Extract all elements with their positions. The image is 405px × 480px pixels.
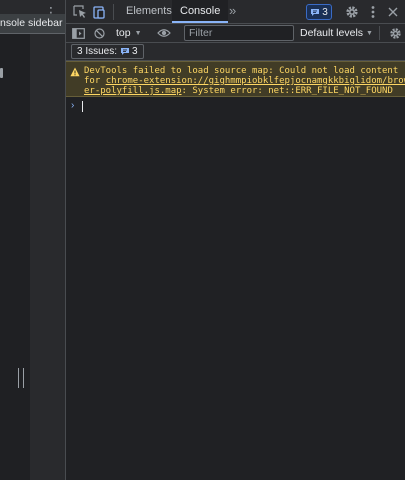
source-map-link-cont[interactable]: er-polyfill.js.map xyxy=(84,86,182,96)
issues-counter: 3 xyxy=(120,46,138,57)
console-prompt[interactable]: › xyxy=(66,99,405,113)
resize-grip-icon[interactable] xyxy=(18,368,24,388)
issues-button[interactable]: 3 Issues: 3 xyxy=(71,44,144,59)
warning-line-2: for chrome-extension://gighmmpiobklfepjo… xyxy=(84,76,405,86)
warning-error: : System error: net::ERR_FILE_NOT_FOUND xyxy=(181,86,393,96)
device-toolbar-icon[interactable] xyxy=(90,3,108,21)
inspect-element-icon[interactable] xyxy=(71,3,89,21)
issues-icon xyxy=(311,8,320,16)
toolbar-divider xyxy=(379,26,380,40)
issues-badge[interactable]: 3 xyxy=(306,4,332,20)
context-label: top xyxy=(116,27,131,39)
console-messages: DevTools failed to load source map: Coul… xyxy=(66,61,405,480)
close-icon[interactable] xyxy=(384,3,402,21)
tab-elements[interactable]: Elements xyxy=(118,0,180,23)
gear-icon[interactable] xyxy=(343,3,361,21)
issues-count: 3 xyxy=(132,46,138,57)
log-levels-selector[interactable]: Default levels ▼ xyxy=(300,25,373,41)
source-map-link[interactable]: chrome-extension://gighmmpiobklfepjocnam… xyxy=(106,76,405,86)
issues-bar: 3 Issues: 3 xyxy=(66,43,405,61)
warning-text: DevTools failed to load source map: Coul… xyxy=(84,66,405,96)
toolbar-divider xyxy=(113,4,114,20)
warning-icon xyxy=(70,67,80,77)
tab-console[interactable]: Console xyxy=(172,0,229,23)
devtools-tabbar: Elements Console » 3 xyxy=(66,0,405,24)
chevron-right-icon: › xyxy=(71,100,75,111)
warning-message: DevTools failed to load source map: Coul… xyxy=(66,61,405,97)
issues-count: 3 xyxy=(322,6,328,18)
console-toolbar: top▼ Default levels▼ xyxy=(66,24,405,43)
more-tabs-icon[interactable]: » xyxy=(229,0,236,23)
issues-label: 3 Issues: xyxy=(77,46,118,57)
levels-label: Default levels xyxy=(300,27,364,39)
warning-for: for xyxy=(84,76,106,86)
vertical-ellipsis-icon[interactable] xyxy=(364,3,382,21)
console-sidebar-icon[interactable] xyxy=(70,25,86,41)
edge-marker xyxy=(0,68,3,78)
text-cursor xyxy=(82,101,83,112)
tooltip-text: nsole sidebar xyxy=(0,17,63,29)
console-sidebar-tooltip: nsole sidebar xyxy=(0,14,65,34)
chevron-down-icon: ▼ xyxy=(366,30,373,37)
context-selector[interactable]: top ▼ xyxy=(116,25,142,41)
eye-icon[interactable] xyxy=(156,25,172,41)
warning-line-3: er-polyfill.js.map: System error: net::E… xyxy=(84,86,398,96)
left-panel: ⋮ nsole sidebar xyxy=(0,0,65,480)
left-panel-body xyxy=(0,34,30,480)
gear-icon[interactable] xyxy=(387,25,403,41)
clear-console-icon[interactable] xyxy=(91,25,107,41)
issues-icon xyxy=(121,48,130,55)
chevron-down-icon: ▼ xyxy=(134,30,142,37)
filter-input[interactable] xyxy=(184,25,294,41)
warning-line-1: DevTools failed to load source map: Coul… xyxy=(84,66,399,76)
